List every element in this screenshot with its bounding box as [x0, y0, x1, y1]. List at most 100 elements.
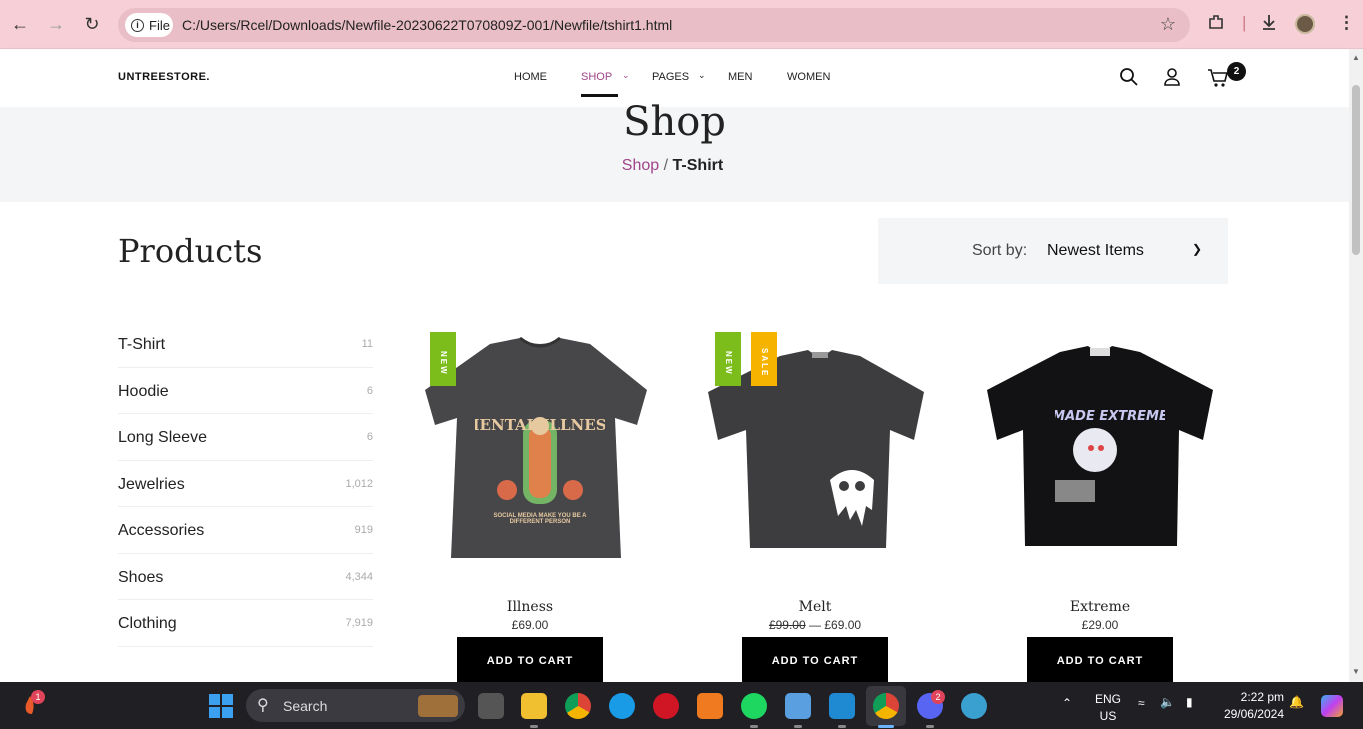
category-name[interactable]: Long Sleeve: [118, 429, 207, 447]
site-logo[interactable]: UNTREESTORE.: [118, 71, 210, 83]
add-to-cart-button[interactable]: ADD TO CART: [457, 637, 603, 683]
chrome-icon[interactable]: [565, 693, 591, 719]
product-name[interactable]: Extreme: [985, 599, 1215, 615]
breadcrumb-shop-link[interactable]: Shop: [622, 157, 659, 174]
page-scrollbar[interactable]: ▲ ▼: [1349, 49, 1363, 682]
category-item[interactable]: Jewelries 1,012: [118, 461, 373, 507]
category-name[interactable]: Accessories: [118, 522, 204, 540]
volume-icon[interactable]: 🔈: [1160, 695, 1175, 709]
chevron-down-icon: ⌄: [622, 70, 630, 80]
search-highlight-icon: [418, 695, 458, 717]
category-count: 11: [361, 338, 373, 350]
notification-bell-icon[interactable]: 🔔: [1289, 695, 1304, 709]
taskbar-search[interactable]: ⚲ Search: [246, 689, 465, 722]
task-view-icon[interactable]: [478, 693, 504, 719]
reload-icon[interactable]: ↻: [80, 12, 104, 36]
page-info-label: File: [149, 17, 170, 33]
category-item[interactable]: Long Sleeve 6: [118, 414, 373, 461]
sort-label: Sort by:: [972, 242, 1028, 259]
print-caption: SOCIAL MEDIA MAKE YOU BE A DIFFERENT PER…: [493, 513, 587, 525]
scrollbar-thumb[interactable]: [1352, 85, 1360, 255]
xampp-icon[interactable]: [697, 693, 723, 719]
chevron-down-icon: ⌄: [698, 70, 706, 80]
address-bar[interactable]: i File C:/Users/Rcel/Downloads/Newfile-2…: [118, 8, 1190, 42]
wifi-icon[interactable]: ≈: [1138, 696, 1145, 710]
add-to-cart-button[interactable]: ADD TO CART: [742, 637, 888, 683]
category-name[interactable]: Clothing: [118, 615, 177, 633]
price-separator: —: [809, 618, 821, 632]
cart-count-badge: 2: [1227, 62, 1246, 81]
file-explorer-icon[interactable]: [521, 693, 547, 719]
category-count: 1,012: [345, 477, 373, 490]
category-name[interactable]: T-Shirt: [118, 336, 165, 354]
scroll-down-arrow[interactable]: ▼: [1352, 667, 1360, 676]
menu-home[interactable]: HOME: [514, 71, 547, 83]
menu-kebab-icon[interactable]: ⋮: [1338, 13, 1355, 33]
category-item[interactable]: Accessories 919: [118, 507, 373, 554]
battery-icon[interactable]: ▮: [1186, 695, 1193, 709]
forward-icon[interactable]: →: [44, 12, 68, 36]
category-item[interactable]: T-Shirt 11: [118, 321, 373, 368]
download-icon[interactable]: [1260, 13, 1278, 36]
copilot-icon[interactable]: [1321, 695, 1343, 717]
back-icon[interactable]: ←: [8, 12, 32, 36]
search-icon[interactable]: [1119, 67, 1141, 89]
clock[interactable]: 2:22 pm 29/06/2024: [1212, 690, 1284, 721]
spotify-icon[interactable]: [741, 693, 767, 719]
taskbar-search-label: Search: [283, 698, 328, 714]
running-indicator: [926, 725, 934, 728]
cart-icon[interactable]: [1207, 67, 1229, 89]
product-name[interactable]: Illness: [415, 599, 645, 615]
notification-badge: 1: [31, 690, 45, 704]
sort-select[interactable]: Newest Items: [1047, 242, 1144, 260]
running-indicator: [794, 725, 802, 728]
chrome-active-icon[interactable]: [873, 693, 899, 719]
menu-women[interactable]: WOMEN: [787, 71, 830, 83]
product-card[interactable]: NEW SALE Melt £99.00 — £69.00 ADD TO CAR…: [700, 330, 950, 685]
chevron-down-icon[interactable]: ❯: [1192, 242, 1202, 256]
category-count: 7,919: [345, 617, 373, 629]
extensions-icon[interactable]: [1207, 13, 1225, 36]
vscode-icon[interactable]: [829, 693, 855, 719]
category-item[interactable]: Clothing 7,919: [118, 600, 373, 647]
product-name[interactable]: Melt: [700, 599, 930, 615]
category-item[interactable]: Hoodie 6: [118, 368, 373, 414]
clock-time: 2:22 pm: [1240, 690, 1284, 704]
add-to-cart-button[interactable]: ADD TO CART: [1027, 637, 1173, 683]
category-name[interactable]: Shoes: [118, 569, 163, 587]
info-icon: i: [131, 18, 144, 32]
paint-icon[interactable]: [961, 693, 987, 719]
user-icon[interactable]: [1162, 67, 1184, 89]
page-info-chip[interactable]: i File: [125, 13, 173, 37]
category-item[interactable]: Shoes 4,344: [118, 554, 373, 600]
product-card[interactable]: MADE EXTREME Extreme £29.00 ADD TO CART: [985, 330, 1235, 685]
product-image-extreme[interactable]: [985, 330, 1235, 570]
url-text[interactable]: C:/Users/Rcel/Downloads/Newfile-20230622…: [182, 17, 672, 33]
active-menu-underline: [581, 94, 618, 97]
svg-text:MENTAL ILLNESS: MENTAL ILLNESS: [475, 416, 605, 434]
running-indicator: [530, 725, 538, 728]
notepad-icon[interactable]: [785, 693, 811, 719]
category-name[interactable]: Jewelries: [118, 476, 185, 494]
category-count: 6: [366, 431, 373, 443]
sale-badge: SALE: [751, 332, 777, 386]
opera-icon[interactable]: [653, 693, 679, 719]
profile-avatar[interactable]: [1295, 14, 1315, 34]
category-name[interactable]: Hoodie: [118, 383, 169, 401]
menu-men[interactable]: MEN: [728, 71, 752, 83]
menu-shop[interactable]: SHOP: [581, 71, 612, 83]
breadcrumb-separator: /: [663, 157, 669, 174]
scroll-up-arrow[interactable]: ▲: [1352, 53, 1360, 62]
mental-illness-print: MENTAL ILLNESS: [475, 416, 605, 434]
products-heading: Products: [118, 232, 263, 270]
product-price: £69.00: [511, 618, 549, 632]
product-card[interactable]: MENTAL ILLNESS SOCIAL MEDIA MAKE YOU BE …: [415, 330, 665, 685]
bookmark-star-icon[interactable]: ☆: [1160, 14, 1176, 35]
tray-chevron-icon[interactable]: ⌃: [1062, 696, 1072, 710]
menu-pages[interactable]: PAGES: [652, 71, 689, 83]
edge-icon[interactable]: [609, 693, 635, 719]
language-indicator[interactable]: ENG US: [1094, 692, 1122, 723]
new-badge: NEW: [430, 332, 456, 386]
windows-start-icon[interactable]: [208, 693, 234, 719]
sort-box: Sort by: Newest Items ❯: [878, 218, 1228, 284]
